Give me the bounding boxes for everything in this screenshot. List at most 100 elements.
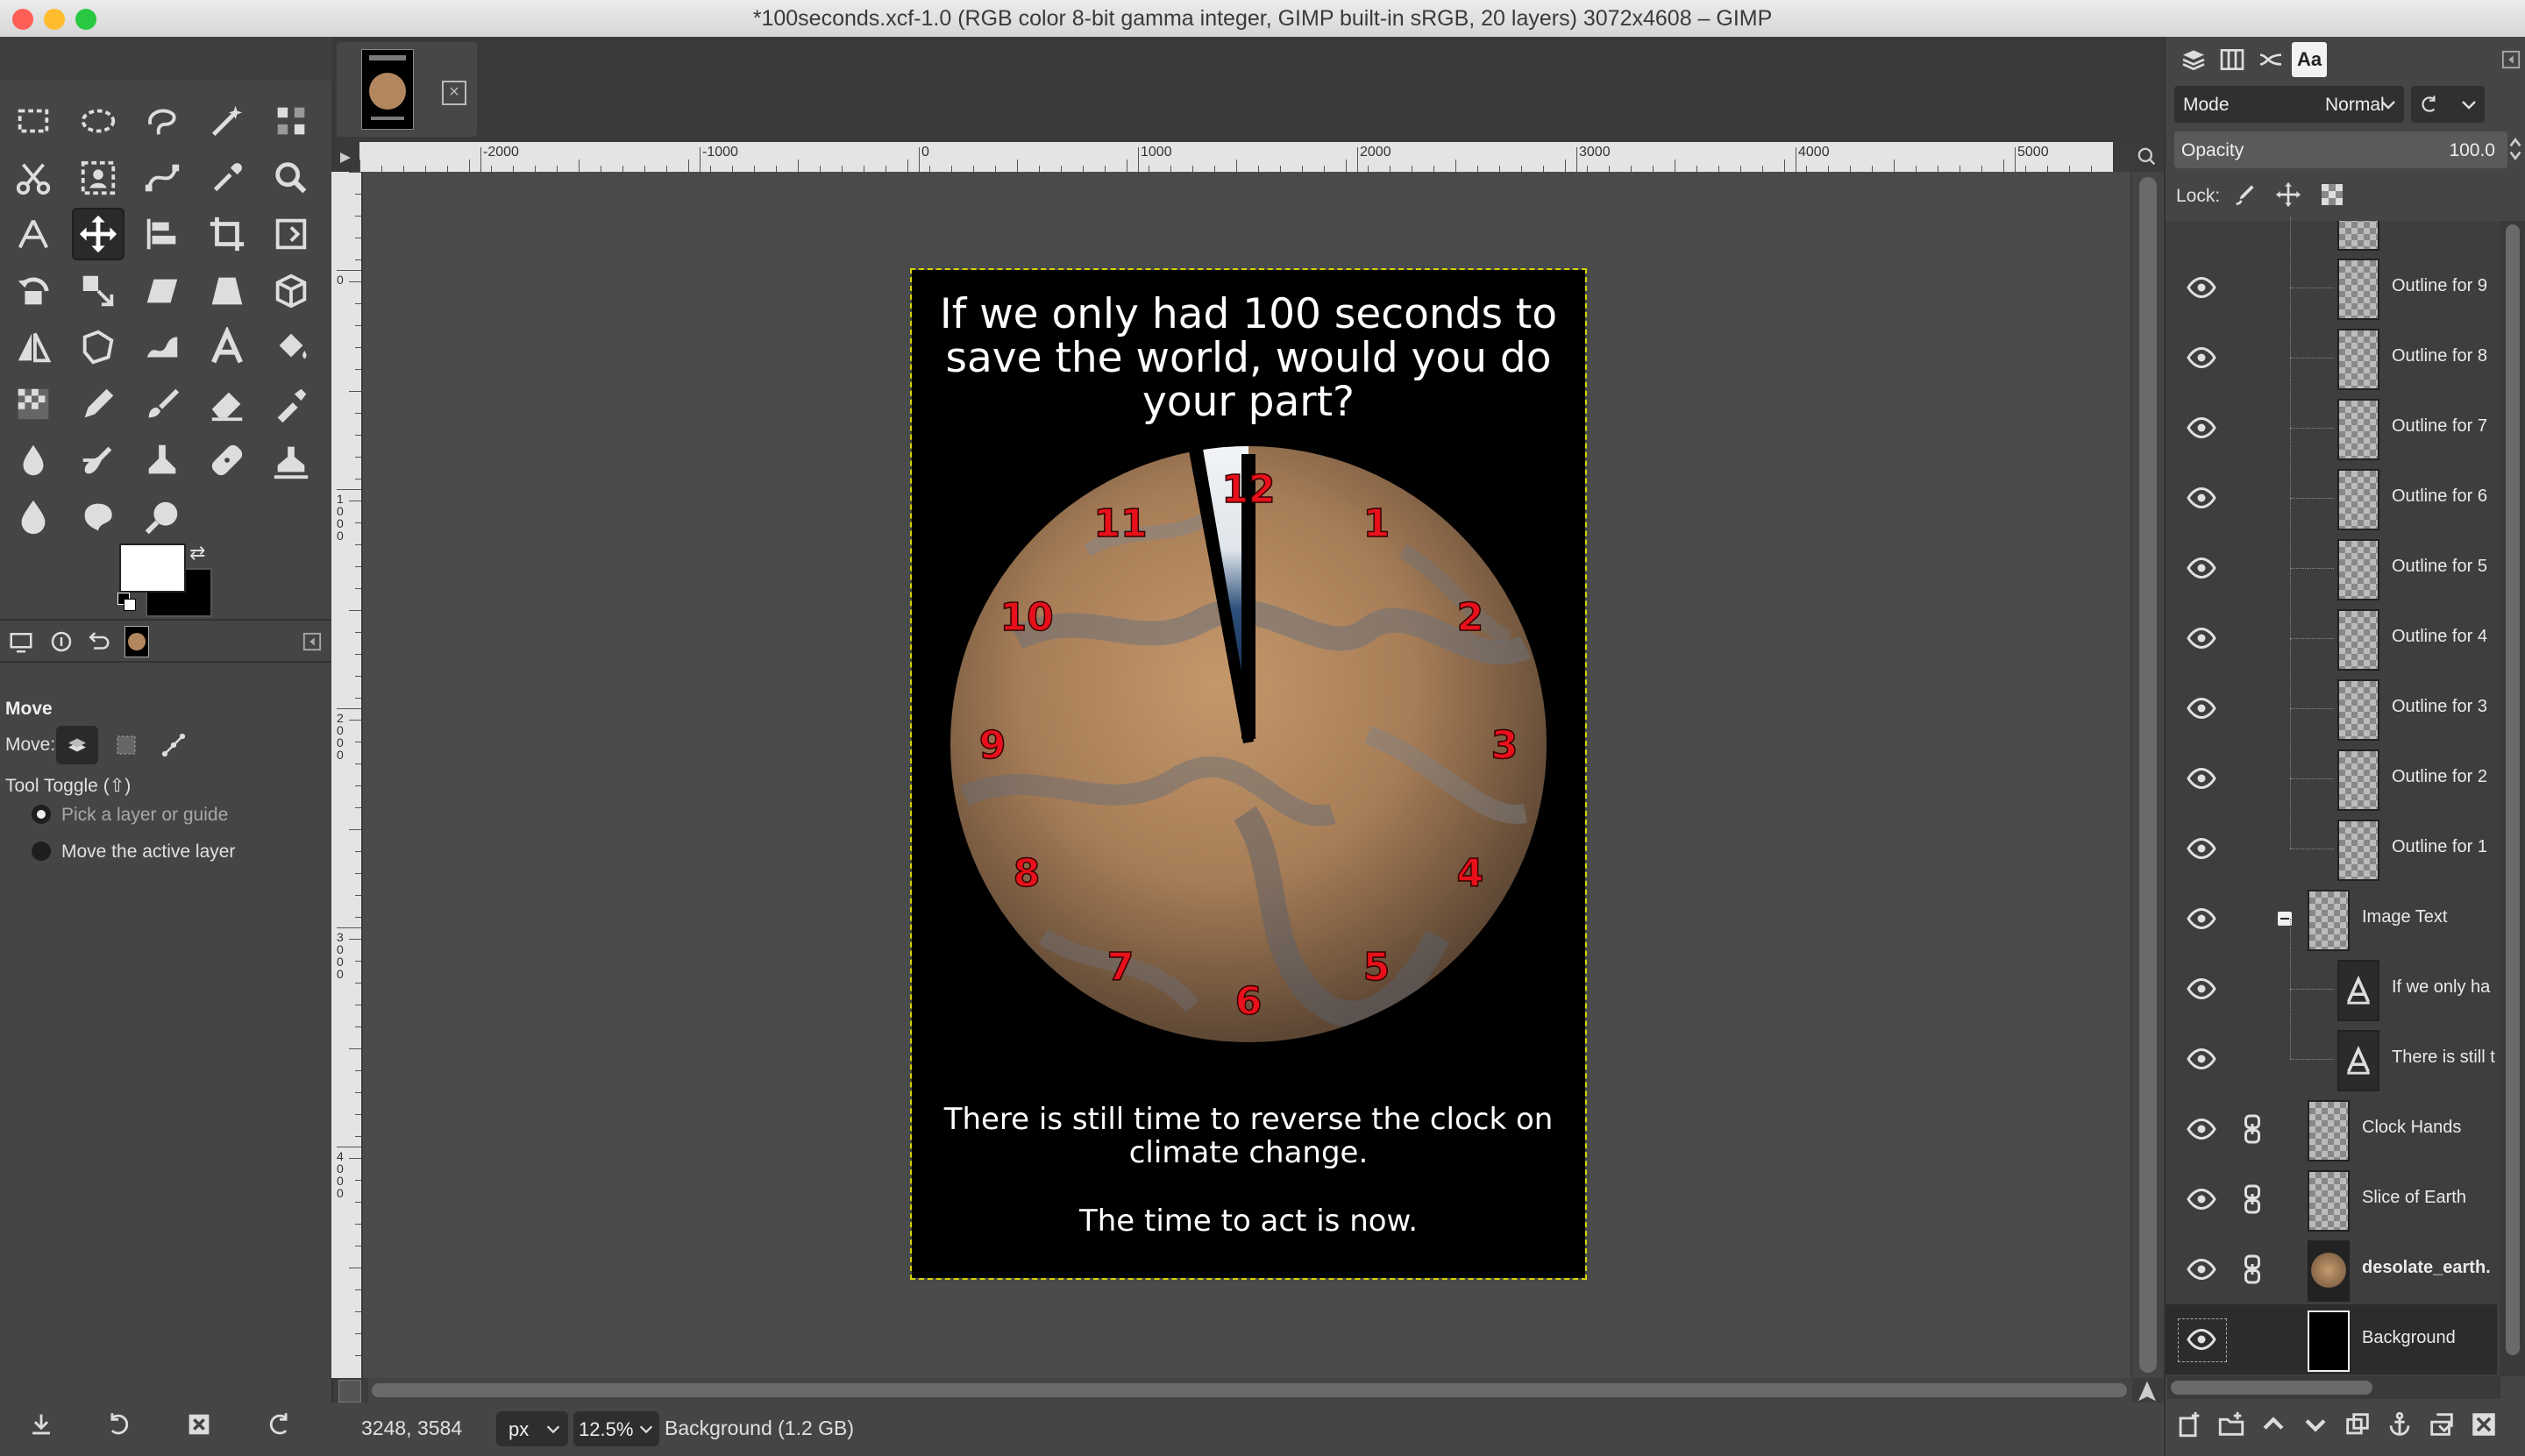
airbrush-tool-button[interactable] bbox=[265, 378, 317, 430]
tab-device-status[interactable] bbox=[44, 624, 79, 659]
new-layer-button[interactable] bbox=[2174, 1410, 2209, 1445]
shear-tool-button[interactable] bbox=[136, 265, 188, 317]
vertical-scrollbar[interactable] bbox=[2132, 172, 2164, 1378]
eye-icon[interactable] bbox=[2183, 973, 2220, 1005]
zoom-to-fit-button[interactable] bbox=[2134, 144, 2160, 170]
mode-selector[interactable]: Mode Normal bbox=[2174, 86, 2404, 123]
move-active-layer-radio[interactable] bbox=[32, 842, 51, 861]
layer-row-partial[interactable] bbox=[2166, 221, 2497, 252]
eye-icon[interactable] bbox=[2183, 552, 2220, 584]
move-tool-button[interactable] bbox=[71, 208, 124, 260]
align-tool-button[interactable] bbox=[136, 208, 188, 260]
paintbrush-tool-button[interactable] bbox=[136, 378, 188, 430]
color-picker-tool-button[interactable] bbox=[201, 152, 253, 204]
fuzzy-select-tool-button[interactable] bbox=[201, 95, 253, 147]
tab-channels[interactable] bbox=[2215, 42, 2250, 77]
configure-tab-button[interactable] bbox=[295, 624, 330, 659]
ink-tool-button[interactable] bbox=[7, 434, 60, 487]
layers-hscrollbar[interactable] bbox=[2167, 1376, 2500, 1399]
layer-row[interactable]: desolate_earth. bbox=[2166, 1234, 2497, 1304]
raise-layer-button[interactable] bbox=[2258, 1410, 2294, 1445]
zoom-tool-button[interactable] bbox=[265, 152, 317, 204]
cage-tool-button[interactable] bbox=[72, 321, 124, 373]
gradient-tool-button[interactable] bbox=[7, 378, 60, 430]
pick-layer-label[interactable]: Pick a layer or guide bbox=[61, 805, 228, 826]
ellipse-select-tool-button[interactable] bbox=[72, 95, 124, 147]
delete-tool-preset-button[interactable] bbox=[184, 1410, 214, 1444]
clone-tool-button[interactable] bbox=[136, 434, 188, 487]
eye-icon[interactable] bbox=[2183, 1183, 2220, 1215]
vertical-scroll-thumb[interactable] bbox=[2139, 177, 2157, 1373]
lower-layer-button[interactable] bbox=[2301, 1410, 2336, 1445]
navigate-button[interactable] bbox=[2134, 1378, 2160, 1404]
ruler-corner[interactable] bbox=[331, 142, 359, 172]
3d-transform-tool-button[interactable] bbox=[265, 265, 317, 317]
unified-transform-tool-button[interactable] bbox=[265, 208, 317, 260]
eraser-tool-button[interactable] bbox=[201, 378, 253, 430]
save-tool-preset-button[interactable] bbox=[26, 1410, 56, 1444]
scale-tool-button[interactable] bbox=[72, 265, 124, 317]
anchor-layer-button[interactable] bbox=[2385, 1410, 2420, 1445]
text-tool-button[interactable] bbox=[201, 321, 253, 373]
layer-row[interactable]: Slice of Earth bbox=[2166, 1164, 2497, 1234]
select-by-color-tool-button[interactable] bbox=[265, 95, 317, 147]
eye-icon[interactable] bbox=[2183, 1254, 2220, 1285]
free-select-tool-button[interactable] bbox=[136, 95, 188, 147]
image-tab[interactable]: × bbox=[337, 42, 477, 137]
blur-tool-button[interactable] bbox=[7, 491, 60, 543]
merge-layer-button[interactable] bbox=[2427, 1410, 2462, 1445]
tab-fonts[interactable]: Aa bbox=[2292, 42, 2327, 77]
chain-icon[interactable] bbox=[2241, 1113, 2264, 1145]
tab-images[interactable] bbox=[119, 624, 154, 659]
horizontal-ruler[interactable]: -2000 -1000 0 1000 2000 3000 4000 5000 bbox=[359, 142, 2113, 172]
eye-icon[interactable] bbox=[2183, 763, 2220, 794]
chain-icon[interactable] bbox=[2241, 1183, 2264, 1215]
eye-icon[interactable] bbox=[2183, 342, 2220, 373]
fg-color-swatch[interactable] bbox=[119, 543, 186, 593]
delete-layer-button[interactable] bbox=[2469, 1410, 2504, 1445]
horizontal-scrollbar[interactable] bbox=[368, 1378, 2132, 1403]
warp-tool-button[interactable] bbox=[136, 321, 188, 373]
eye-icon[interactable] bbox=[2183, 1324, 2220, 1355]
reset-tool-options-button[interactable] bbox=[265, 1410, 295, 1444]
vertical-ruler[interactable]: 0 1000 2000 3000 4000 bbox=[331, 172, 361, 1378]
duplicate-layer-button[interactable] bbox=[2343, 1410, 2378, 1445]
layers-scroll-thumb[interactable] bbox=[2506, 224, 2520, 1355]
pencil-tool-button[interactable] bbox=[72, 378, 124, 430]
layers-hscroll-thumb[interactable] bbox=[2171, 1381, 2372, 1395]
layers-list-scrollbar[interactable] bbox=[2500, 221, 2525, 1376]
perspective-tool-button[interactable] bbox=[201, 265, 253, 317]
crop-tool-button[interactable] bbox=[201, 208, 253, 260]
mypaint-brush-tool-button[interactable] bbox=[72, 434, 124, 487]
chain-icon[interactable] bbox=[2241, 1254, 2264, 1285]
layer-row[interactable]: Background bbox=[2166, 1304, 2497, 1374]
perspective-clone-tool-button[interactable] bbox=[265, 434, 317, 487]
zoom-selector[interactable]: 12.5% bbox=[573, 1411, 659, 1446]
smudge-tool-button[interactable] bbox=[72, 491, 124, 543]
dock-configure-button[interactable] bbox=[2493, 42, 2525, 77]
new-layer-group-button[interactable] bbox=[2216, 1410, 2251, 1445]
foreground-select-tool-button[interactable] bbox=[72, 152, 124, 204]
lock-position-button[interactable] bbox=[2274, 181, 2302, 213]
eye-icon[interactable] bbox=[2183, 272, 2220, 303]
quick-mask-toggle[interactable] bbox=[338, 1380, 361, 1403]
paths-tool-button[interactable] bbox=[136, 152, 188, 204]
flip-tool-button[interactable] bbox=[7, 321, 60, 373]
move-active-layer-label[interactable]: Move the active layer bbox=[61, 842, 235, 863]
eye-icon[interactable] bbox=[2183, 1113, 2220, 1145]
composite-mode-button[interactable] bbox=[2411, 86, 2485, 123]
heal-tool-button[interactable] bbox=[201, 434, 253, 487]
restore-tool-preset-button[interactable] bbox=[103, 1410, 133, 1444]
tab-layers[interactable] bbox=[2176, 42, 2211, 77]
tab-paths[interactable] bbox=[2253, 42, 2288, 77]
pick-layer-radio[interactable] bbox=[32, 805, 51, 824]
bucket-fill-tool-button[interactable] bbox=[265, 321, 317, 373]
layer-row[interactable]: Clock Hands bbox=[2166, 1094, 2497, 1164]
default-colors-icon[interactable] bbox=[117, 593, 137, 612]
close-image-tab-button[interactable]: × bbox=[442, 81, 466, 105]
layer-row[interactable]: Image Text bbox=[2166, 884, 2497, 954]
eye-icon[interactable] bbox=[2183, 622, 2220, 654]
eye-icon[interactable] bbox=[2183, 692, 2220, 724]
eye-icon[interactable] bbox=[2183, 833, 2220, 864]
lock-alpha-button[interactable] bbox=[2318, 181, 2346, 213]
